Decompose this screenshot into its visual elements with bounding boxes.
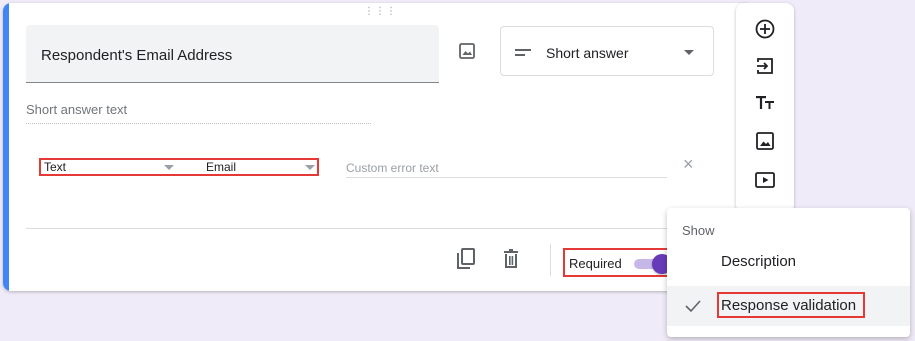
check-icon	[684, 297, 702, 315]
question-title-field[interactable]: Respondent's Email Address	[26, 25, 439, 83]
custom-error-input[interactable]	[346, 158, 667, 178]
add-question-icon[interactable]	[754, 18, 776, 40]
short-answer-placeholder: Short answer text	[26, 102, 371, 124]
validation-type-select[interactable]: Text	[44, 160, 178, 174]
validation-rule-row: Text Email	[39, 158, 319, 176]
footer-divider	[26, 228, 726, 229]
menu-item-label: Description	[721, 253, 797, 270]
add-video-icon[interactable]	[754, 169, 776, 191]
footer-vertical-divider	[550, 244, 551, 276]
drag-handle-icon[interactable]: ⋮⋮⋮	[364, 7, 397, 17]
chevron-down-icon	[684, 50, 694, 55]
question-title-text: Respondent's Email Address	[41, 47, 233, 64]
duplicate-icon[interactable]	[455, 247, 477, 271]
validation-condition-label: Email	[206, 160, 237, 174]
close-icon[interactable]: ×	[683, 155, 697, 173]
menu-item-label: Response validation	[721, 297, 857, 314]
floating-toolbar	[736, 3, 794, 213]
question-type-label: Short answer	[546, 45, 629, 61]
add-title-icon[interactable]	[754, 92, 776, 114]
import-questions-icon[interactable]	[754, 55, 776, 77]
chevron-down-icon	[164, 165, 174, 170]
menu-header: Show	[682, 223, 715, 238]
delete-icon[interactable]	[501, 248, 521, 270]
required-control: Required	[563, 248, 672, 277]
short-answer-icon	[515, 45, 531, 56]
menu-item-description[interactable]: Description	[667, 242, 910, 282]
validation-condition-select[interactable]: Email	[206, 160, 319, 174]
question-type-select[interactable]: Short answer	[500, 26, 714, 76]
question-card: ⋮⋮⋮ Respondent's Email Address Short ans…	[3, 3, 752, 291]
menu-item-response-validation[interactable]: Response validation	[667, 286, 910, 326]
add-image-icon[interactable]	[754, 130, 776, 152]
chevron-down-icon	[305, 165, 315, 170]
validation-type-label: Text	[44, 160, 67, 174]
card-accent-bar	[3, 3, 9, 291]
required-label: Required	[569, 256, 622, 271]
add-image-icon[interactable]	[457, 41, 477, 61]
more-options-menu: Show Description Response validation	[667, 208, 910, 337]
